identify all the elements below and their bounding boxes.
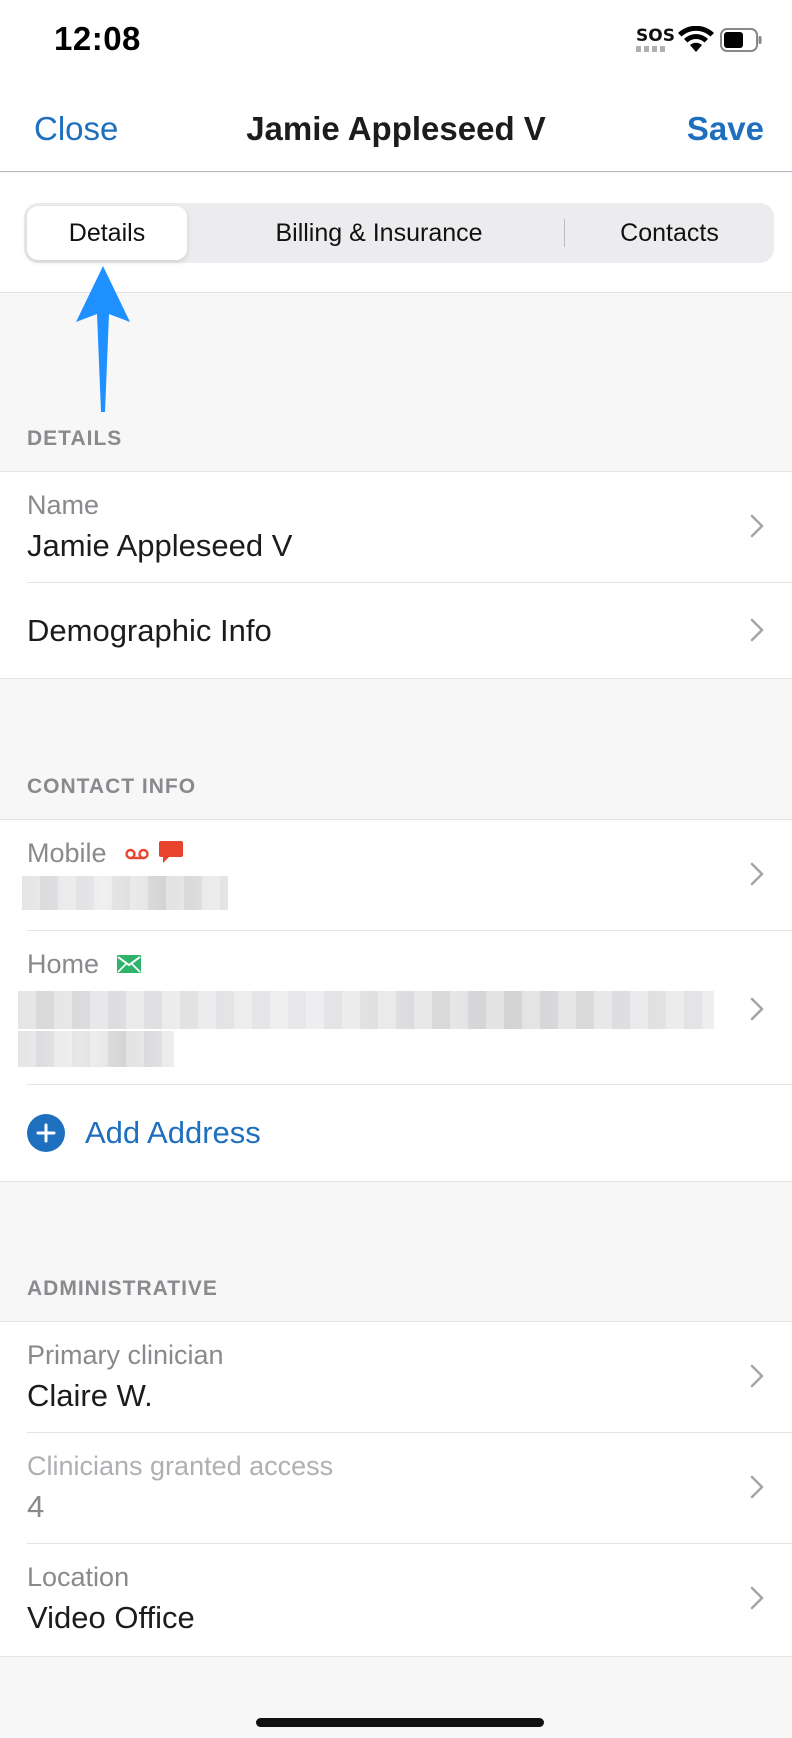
mobile-number-redacted — [22, 876, 228, 910]
home-indicator[interactable] — [256, 1718, 544, 1727]
tab-billing-insurance[interactable]: Billing & Insurance — [194, 203, 564, 263]
location-value: Video Office — [27, 1600, 195, 1635]
text-message-icon — [159, 841, 183, 863]
close-button[interactable]: Close — [34, 110, 118, 148]
plus-icon — [36, 1123, 56, 1143]
voicemail-icon — [125, 848, 149, 860]
add-circle-icon — [27, 1114, 65, 1152]
primary-clinician-row[interactable]: Primary clinician Claire W. — [0, 1322, 792, 1432]
name-value: Jamie Appleseed V — [27, 528, 293, 563]
home-address-line-1-redacted — [18, 991, 714, 1029]
home-address-row[interactable]: Home — [0, 931, 792, 1084]
annotation-arrow-icon — [76, 266, 130, 412]
add-address-label: Add Address — [85, 1115, 261, 1150]
wifi-icon — [678, 26, 714, 52]
signal-dots — [636, 46, 668, 52]
name-label: Name — [27, 490, 100, 520]
demographic-info-row[interactable]: Demographic Info — [0, 583, 792, 678]
details-group: Name Jamie Appleseed V Demographic Info — [0, 471, 792, 679]
save-button[interactable]: Save — [687, 110, 764, 148]
chevron-right-icon — [750, 997, 764, 1021]
demographic-info-label: Demographic Info — [27, 613, 272, 648]
sos-indicator: SOS — [636, 26, 675, 46]
chevron-right-icon — [750, 1586, 764, 1610]
mail-icon — [117, 955, 141, 973]
segmented-control: Details Billing & Insurance Contacts — [24, 203, 774, 263]
battery-icon — [720, 28, 762, 52]
administrative-group: Primary clinician Claire W. Clinicians g… — [0, 1321, 792, 1657]
location-label: Location — [27, 1562, 130, 1592]
contact-info-group: Mobile Home Add Address — [0, 819, 792, 1182]
add-address-button[interactable]: Add Address — [0, 1085, 792, 1181]
tab-details[interactable]: Details — [27, 206, 187, 260]
tab-contacts[interactable]: Contacts — [565, 203, 774, 263]
name-row[interactable]: Name Jamie Appleseed V — [0, 472, 792, 582]
clinicians-access-label: Clinicians granted access — [27, 1451, 334, 1481]
section-header-administrative: ADMINISTRATIVE — [27, 1277, 218, 1300]
home-label: Home — [27, 949, 100, 979]
section-header-contact-info: CONTACT INFO — [27, 775, 197, 798]
section-header-details: DETAILS — [27, 427, 123, 450]
primary-clinician-label: Primary clinician — [27, 1340, 224, 1370]
mobile-label: Mobile — [27, 838, 107, 868]
chevron-right-icon — [750, 1364, 764, 1388]
chevron-right-icon — [750, 618, 764, 642]
clinicians-access-value: 4 — [27, 1489, 45, 1524]
clinicians-access-row[interactable]: Clinicians granted access 4 — [0, 1433, 792, 1543]
mobile-row[interactable]: Mobile — [0, 820, 792, 930]
chevron-right-icon — [750, 862, 764, 886]
chevron-right-icon — [750, 1475, 764, 1499]
page-title: Jamie Appleseed V — [246, 110, 546, 147]
status-time: 12:08 — [54, 20, 141, 57]
primary-clinician-value: Claire W. — [27, 1378, 153, 1413]
location-row[interactable]: Location Video Office — [0, 1544, 792, 1656]
home-address-line-2-redacted — [18, 1031, 174, 1067]
chevron-right-icon — [750, 514, 764, 538]
